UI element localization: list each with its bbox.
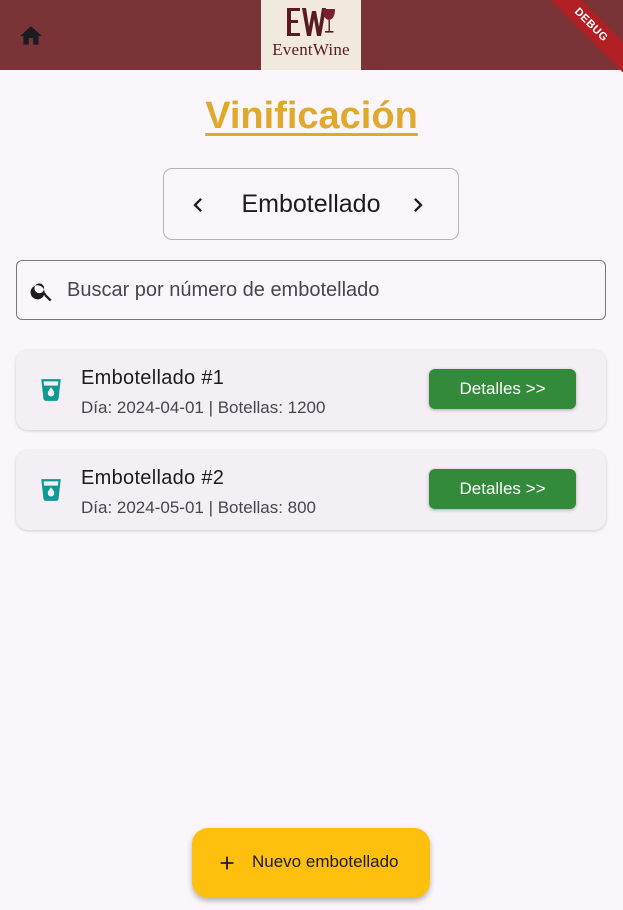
item-subtitle: Día: 2024-04-01 | Botellas: 1200 [81,398,326,417]
next-stage-button[interactable] [404,191,432,219]
plus-icon [220,856,234,870]
stage-selector: Embotellado [163,168,459,240]
item-subtitle: Día: 2024-05-01 | Botellas: 800 [81,498,317,517]
fab-label: Nuevo embotellado [252,852,399,871]
bottle-cup-icon [41,379,61,401]
bottle-cup-icon [41,479,61,501]
home-icon [20,26,42,45]
item-title: Embotellado #2 [81,467,225,489]
debug-banner: DEBUG [551,0,623,72]
page-title: Vinificación [205,95,418,137]
list-item: Embotellado #2 Día: 2024-05-01 | Botella… [16,450,606,530]
new-bottling-button[interactable]: Nuevo embotellado [192,828,430,898]
search-field [16,260,606,320]
wine-glass-logo-icon [287,8,335,36]
details-button[interactable]: Detalles >> [429,369,576,409]
logo-text: EventWine [272,40,350,59]
home-button[interactable] [17,23,45,49]
app-bar: EventWine DEBUG [0,0,623,72]
item-title: Embotellado #1 [81,367,225,389]
list-item: Embotellado #1 Día: 2024-04-01 | Botella… [16,350,606,430]
chevron-right-icon [414,198,423,212]
details-button[interactable]: Detalles >> [429,469,576,509]
debug-banner-wrap: DEBUG [551,0,623,72]
app-logo: EventWine [261,0,361,70]
search-input[interactable] [67,261,597,319]
search-icon [30,283,52,302]
